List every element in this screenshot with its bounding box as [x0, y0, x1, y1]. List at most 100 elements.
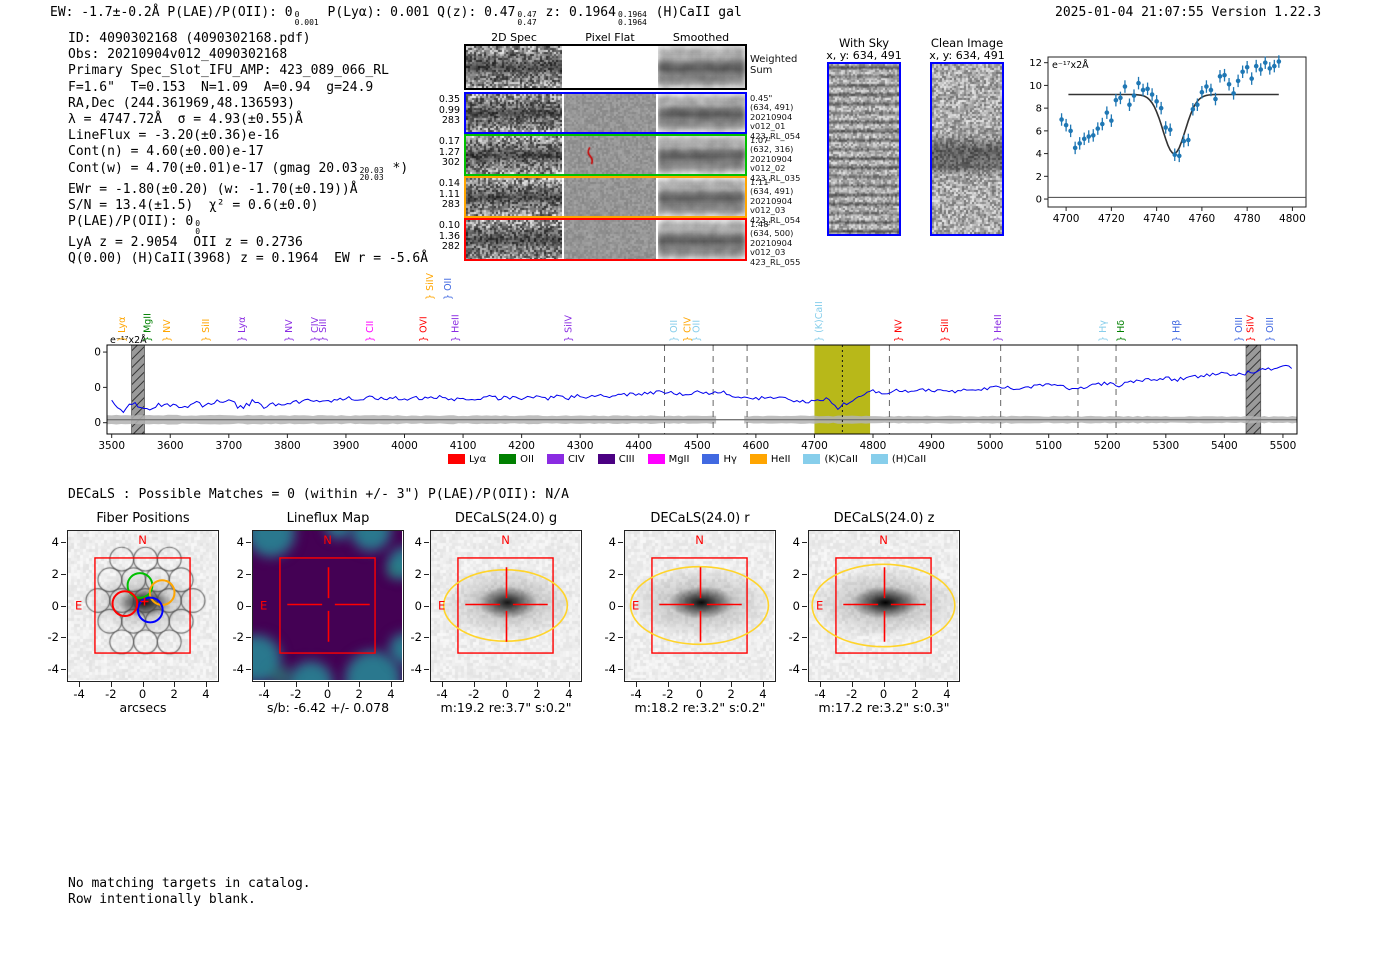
line-label-OIII: } OIII — [1265, 317, 1276, 342]
legend-label: CIII — [618, 453, 635, 465]
panel-ytick: -4 — [47, 661, 59, 676]
line-label-OII: } OII — [692, 320, 703, 342]
svg-text:6: 6 — [1036, 126, 1042, 137]
panel-box-1: NE — [252, 530, 404, 682]
panel-ytick-mark — [802, 542, 807, 544]
info-line-3: F=1.6" T=0.153 N=1.09 A=0.94 g=24.9 — [68, 79, 374, 95]
legend-swatch — [647, 454, 665, 464]
cutout-row-weights-3: 0.14 1.11 283 — [438, 178, 460, 210]
panel-xtick: -4 — [630, 687, 642, 701]
legend-swatch — [749, 454, 767, 464]
panel-xtick: 2 — [911, 687, 919, 701]
line-label-NV: } NV — [162, 319, 173, 342]
stacked-uncertainty: 0.47 0.47 — [517, 10, 537, 27]
panel-ytick-mark — [618, 637, 623, 639]
svg-text:E: E — [816, 599, 823, 613]
line-label-SiIV: } SiIV — [563, 314, 574, 342]
sky-coords-0: x, y: 634, 491 — [826, 49, 902, 62]
col-title-1: Pixel Flat — [585, 31, 635, 44]
info-line-8: Cont(w) = 4.70(±0.01)e-17 (gmag 20.03 20.… — [68, 160, 409, 183]
line-label-Lyα: } Lyα — [117, 317, 128, 342]
twod-spec-image-4 — [466, 220, 562, 259]
panel-ytick: 0 — [414, 598, 422, 613]
full-spectrum-plot: 0102035003600370038003900400041004200430… — [88, 268, 1310, 472]
panel-ytick-mark — [618, 668, 623, 670]
panel-ytick: 4 — [608, 535, 616, 550]
detection-info-block: ID: 4090302168 (4090302168.pdf) Obs: 2021… — [68, 31, 428, 267]
line-label-Hβ: } Hβ — [1171, 320, 1182, 342]
legend-swatch — [448, 454, 465, 464]
smoothed-image-2 — [658, 136, 745, 174]
svg-text:0: 0 — [1036, 195, 1042, 206]
svg-text:4000: 4000 — [391, 440, 418, 452]
cutout-row-label-4: 1.48" (634, 500) 20210904 v012_03 423_RL_055 — [750, 219, 801, 267]
legend-label: (K)CaII — [824, 453, 858, 465]
panel-ytick: 0 — [51, 598, 59, 613]
sky-coords-1: x, y: 634, 491 — [929, 49, 1005, 62]
panel-ytick: 0 — [236, 598, 244, 613]
info-line-6: LineFlux = -3.20(±0.36)e-16 — [68, 128, 280, 144]
legend-item-2: CIV — [546, 454, 585, 465]
info-line-2: Primary Spec_Slot_IFU_AMP: 423_089_066_R… — [68, 63, 389, 79]
footer-line-0: No matching targets in catalog. — [68, 876, 311, 891]
panel-title-0: Fiber Positions — [96, 511, 190, 526]
legend-swatch — [803, 454, 821, 464]
panel-xtick: 2 — [355, 687, 363, 701]
panel-ytick: 2 — [414, 566, 422, 581]
svg-text:N: N — [501, 533, 510, 547]
stacked-uncertainty: 00 — [195, 219, 201, 236]
col-title-0: 2D Spec — [491, 31, 537, 44]
panel-caption-1: s/b: -6.42 +/- 0.078 — [266, 700, 390, 715]
info-line-11: P(LAE)/P(OII): 000 — [68, 214, 201, 236]
panel-ytick: 2 — [236, 566, 244, 581]
red-fiber-circle — [111, 590, 139, 618]
stacked-uncertainty: 0.1964 0.1964 — [617, 10, 647, 27]
svg-text:E: E — [438, 599, 445, 613]
svg-text:10: 10 — [95, 382, 101, 394]
panel-ytick-mark — [246, 542, 251, 544]
panel-ytick-mark — [802, 605, 807, 607]
svg-text:E: E — [260, 599, 267, 613]
info-line-4: RA,Dec (244.361969,48.136593) — [68, 95, 295, 111]
panel-xtick: -2 — [290, 687, 302, 701]
panel-ytick: -2 — [410, 630, 422, 645]
svg-text:3600: 3600 — [157, 440, 184, 452]
panel-ytick-mark — [246, 573, 251, 575]
legend-label: Lyα — [469, 453, 487, 465]
panel-xtick: 4 — [387, 687, 395, 701]
svg-text:8: 8 — [1036, 104, 1042, 115]
panel-overlay-4: NE — [811, 533, 956, 654]
svg-text:3500: 3500 — [98, 440, 125, 452]
panel-caption-2: m:19.2 re:3.7" s:0.2" — [440, 700, 572, 715]
info-line-9: EWr = -1.80(±0.20) (w: -1.70(±0.19))Å — [68, 181, 358, 197]
legend-item-5: Hγ — [702, 454, 737, 465]
cutout-row-1 — [464, 92, 747, 134]
footer-notes: No matching targets in catalog. Row inten… — [68, 876, 311, 907]
legend-item-4: MgII — [647, 454, 689, 465]
legend-item-7: (K)CaII — [803, 453, 858, 465]
panel-ytick-mark — [61, 637, 66, 639]
sky-image-box-0 — [827, 62, 901, 236]
line-label-HeII: } HeII — [993, 314, 1004, 342]
panel-ytick-mark — [424, 542, 429, 544]
line-label-Hδ: } Hδ — [1116, 320, 1127, 342]
panel-xtick: 0 — [695, 687, 704, 701]
line-label-NV: } NV — [894, 319, 905, 342]
panel-ytick: -4 — [604, 661, 616, 676]
panel-ytick: 2 — [51, 566, 59, 581]
svg-text:e⁻¹⁷x2Å: e⁻¹⁷x2Å — [1052, 59, 1089, 71]
cutout-row-3 — [464, 176, 747, 218]
panel-ytick-mark — [618, 542, 623, 544]
svg-text:4780: 4780 — [1234, 213, 1261, 225]
info-line-0: ID: 4090302168 (4090302168.pdf) — [68, 31, 311, 46]
panel-caption-4: m:17.2 re:3.2" s:0.3" — [818, 700, 950, 715]
svg-text:N: N — [695, 533, 704, 547]
legend-item-0: Lyα — [448, 454, 486, 465]
line-label-HeII: } HeII — [450, 314, 461, 342]
cutout-row-label-2: 1.07" (632, 316) 20210904 v012_02 423_RL_035 — [750, 135, 801, 183]
info-line-5: λ = 4747.72Å σ = 4.93(±0.55)Å — [68, 112, 303, 128]
legend-swatch — [597, 454, 615, 464]
panel-ytick: -2 — [47, 630, 59, 645]
legend-item-3: CIII — [597, 453, 635, 465]
info-line-13: Q(0.00) (H)CaII(3968) z = 0.1964 EW r = … — [68, 251, 429, 267]
